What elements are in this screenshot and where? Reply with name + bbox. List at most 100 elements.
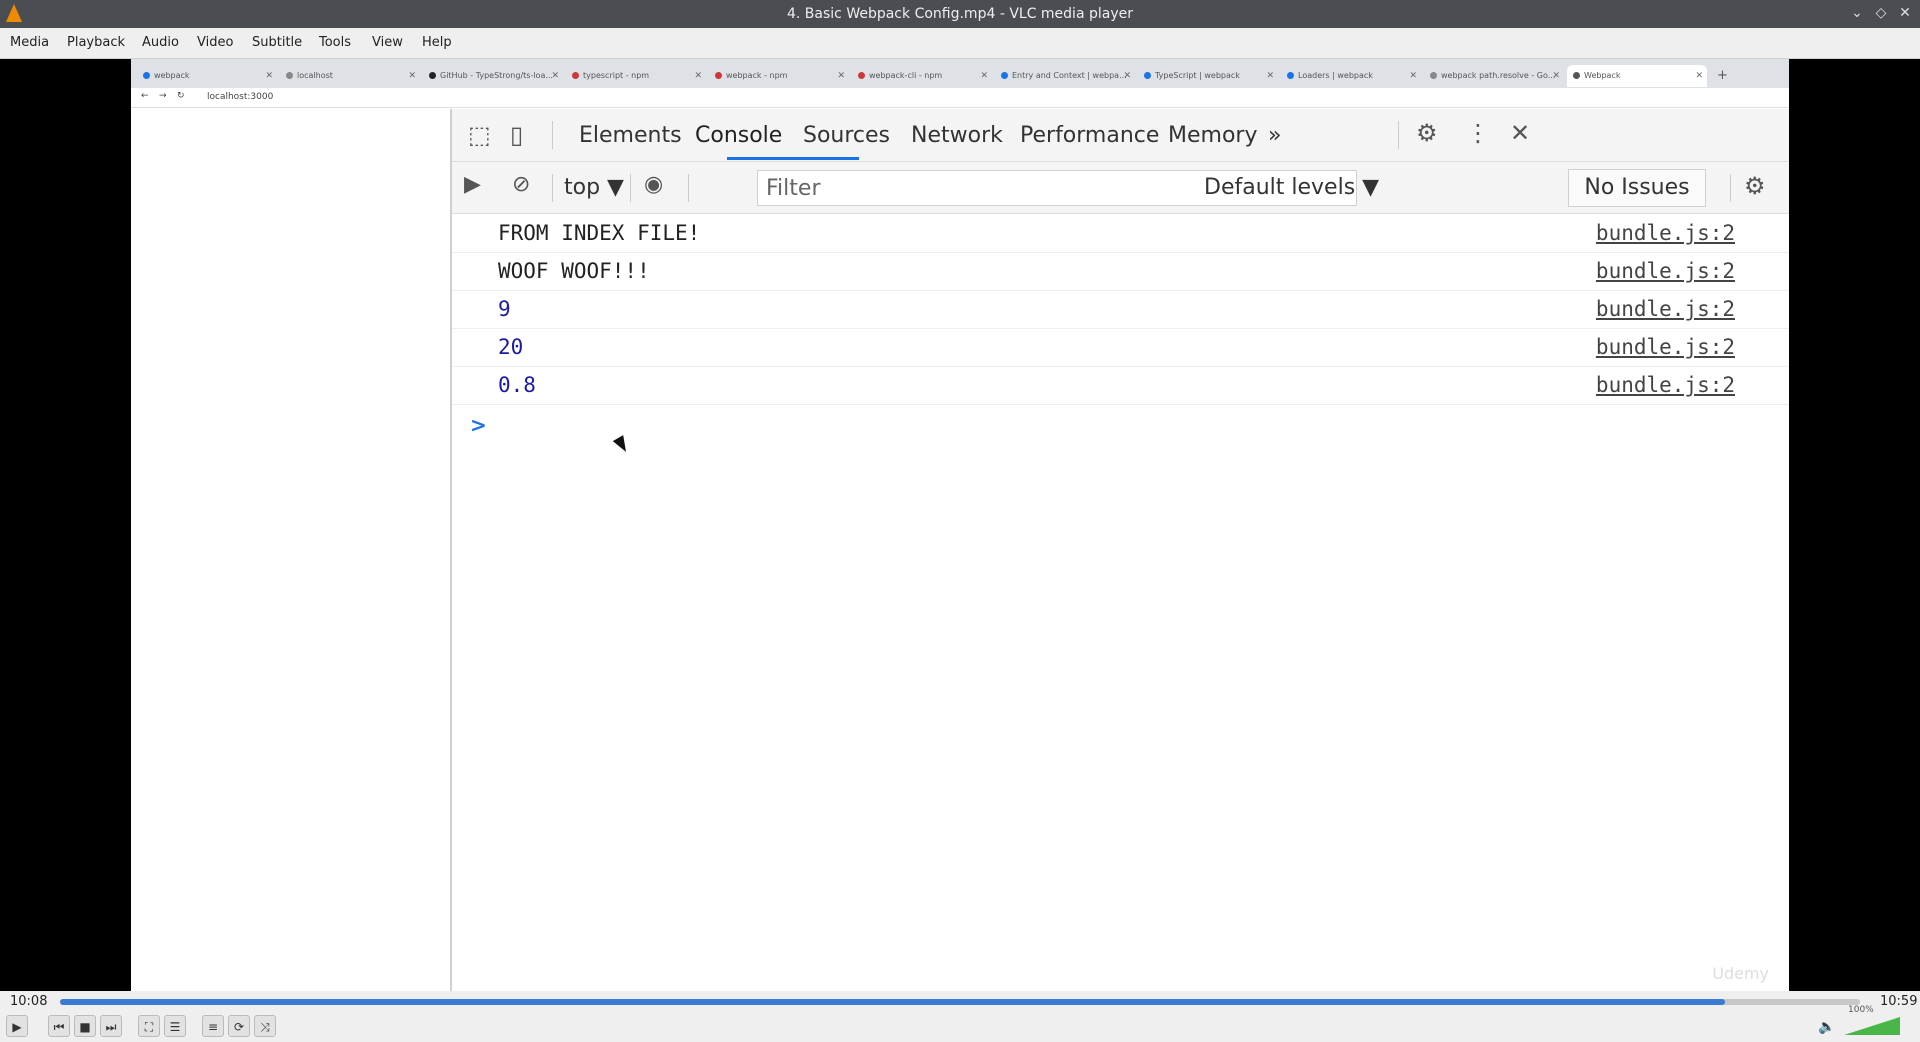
- settings-gear-icon[interactable]: ⚙: [1416, 119, 1438, 147]
- tab-close-icon[interactable]: ✕: [551, 65, 559, 87]
- console-row: 9 bundle.js:2: [452, 291, 1789, 329]
- tab-close-icon[interactable]: ✕: [694, 65, 702, 87]
- tab-close-icon[interactable]: ✕: [1695, 65, 1703, 87]
- divider: [552, 121, 553, 149]
- tab-close-icon[interactable]: ✕: [837, 65, 845, 87]
- source-link[interactable]: bundle.js:2: [1596, 373, 1735, 397]
- speaker-icon[interactable]: 🔈: [1818, 1019, 1835, 1035]
- browser-tab[interactable]: TypeScript | webpack ✕: [1138, 65, 1278, 87]
- tab-close-icon[interactable]: ✕: [980, 65, 988, 87]
- favicon-icon: [858, 72, 865, 79]
- tab-label: GitHub - TypeStrong/ts-loa...: [440, 71, 553, 80]
- extended-settings-icon[interactable]: ☰: [164, 1015, 186, 1037]
- reload-icon[interactable]: ↻: [177, 91, 185, 101]
- browser-tab[interactable]: Loaders | webpack ✕: [1281, 65, 1421, 87]
- console-message: 0.8: [498, 373, 536, 397]
- play-button[interactable]: ▶: [6, 1015, 28, 1037]
- console-prompt-icon[interactable]: >: [470, 413, 487, 437]
- source-link[interactable]: bundle.js:2: [1596, 335, 1735, 359]
- browser-tab[interactable]: webpack - npm ✕: [709, 65, 849, 87]
- tab-close-icon[interactable]: ✕: [1552, 65, 1560, 87]
- tab-sources[interactable]: Sources: [803, 123, 890, 148]
- browser-tab[interactable]: typescript - npm ✕: [566, 65, 706, 87]
- kebab-menu-icon[interactable]: ⋮: [1466, 119, 1490, 147]
- source-link[interactable]: bundle.js:2: [1596, 297, 1735, 321]
- favicon-icon: [1573, 72, 1580, 79]
- source-link[interactable]: bundle.js:2: [1596, 221, 1735, 245]
- menu-tools[interactable]: Tools: [319, 35, 351, 50]
- shuffle-icon[interactable]: ⤨: [254, 1015, 276, 1037]
- seek-bar[interactable]: [60, 999, 1860, 1005]
- tab-close-icon[interactable]: ✕: [1409, 65, 1417, 87]
- browser-tab[interactable]: GitHub - TypeStrong/ts-loa... ✕: [423, 65, 563, 87]
- divider: [1730, 174, 1731, 202]
- source-link[interactable]: bundle.js:2: [1596, 259, 1735, 283]
- volume-level: [1844, 1017, 1900, 1035]
- next-icon[interactable]: ⏭: [100, 1015, 122, 1037]
- menu-video[interactable]: Video: [197, 35, 233, 50]
- divider: [630, 174, 631, 202]
- browser-tab[interactable]: Entry and Context | webpa... ✕: [995, 65, 1135, 87]
- menu-view[interactable]: View: [372, 35, 403, 50]
- browser-tab[interactable]: localhost ✕: [280, 65, 420, 87]
- fullscreen-icon[interactable]: ⛶: [138, 1015, 160, 1037]
- menu-help[interactable]: Help: [422, 35, 452, 50]
- tab-label: TypeScript | webpack: [1155, 71, 1240, 80]
- tab-console[interactable]: Console: [695, 123, 782, 148]
- eye-icon[interactable]: ◉: [644, 172, 663, 197]
- tab-memory[interactable]: Memory: [1168, 123, 1257, 148]
- new-tab-icon[interactable]: +: [1717, 65, 1731, 87]
- console-message: 9: [498, 297, 511, 321]
- console-row: 0.8 bundle.js:2: [452, 367, 1789, 405]
- console-toolbar: ▶ ⊘ top ▼ ◉ Filter Default levels ▼ No I…: [452, 162, 1789, 214]
- url-field[interactable]: localhost:3000: [207, 92, 273, 102]
- menu-media[interactable]: Media: [10, 35, 49, 50]
- browser-tab[interactable]: webpack path.resolve - Go... ✕: [1424, 65, 1564, 87]
- browser-tab-active[interactable]: Webpack ✕: [1567, 65, 1707, 87]
- close-icon[interactable]: ✕: [1896, 4, 1914, 22]
- context-selector[interactable]: top ▼: [564, 175, 624, 200]
- clear-console-icon[interactable]: ⊘: [512, 172, 530, 197]
- stop-icon[interactable]: ■: [74, 1015, 96, 1037]
- previous-icon[interactable]: ⏮: [48, 1015, 70, 1037]
- sidebar-toggle-icon[interactable]: ▶: [464, 172, 481, 197]
- tab-elements[interactable]: Elements: [579, 123, 682, 148]
- menu-playback[interactable]: Playback: [67, 35, 125, 50]
- window-title: 4. Basic Webpack Config.mp4 - VLC media …: [787, 6, 1133, 22]
- menu-subtitle[interactable]: Subtitle: [252, 35, 302, 50]
- forward-icon[interactable]: →: [159, 91, 167, 101]
- menu-audio[interactable]: Audio: [142, 35, 179, 50]
- devtools-tabbar: ⬚ ▯ Elements Console Sources Network Per…: [452, 109, 1789, 162]
- device-toggle-icon[interactable]: ▯: [510, 121, 523, 149]
- divider: [1398, 121, 1399, 149]
- elapsed-time: 10:08: [10, 994, 48, 1009]
- back-icon[interactable]: ←: [141, 91, 149, 101]
- divider: [688, 174, 689, 202]
- tab-close-icon[interactable]: ✕: [1266, 65, 1274, 87]
- player-controls: 10:08 10:59 ▶ ⏮ ■ ⏭ ⛶ ☰ ≡ ⟳ ⤨ 🔈 100%: [0, 991, 1920, 1042]
- tab-close-icon[interactable]: ✕: [1123, 65, 1131, 87]
- log-levels-dropdown[interactable]: Default levels ▼: [1204, 175, 1379, 200]
- volume-slider[interactable]: 100%: [1844, 1005, 1900, 1035]
- tab-performance[interactable]: Performance: [1020, 123, 1159, 148]
- browser-tabstrip: webpack ✕ localhost ✕ GitHub - TypeStrong/…: [131, 59, 1789, 88]
- loop-icon[interactable]: ⟳: [228, 1015, 250, 1037]
- browser-tab[interactable]: webpack ✕: [137, 65, 277, 87]
- console-output: FROM INDEX FILE! bundle.js:2 WOOF WOOF!!…: [452, 215, 1789, 437]
- tab-label: webpack: [154, 71, 190, 80]
- tab-network[interactable]: Network: [911, 123, 1003, 148]
- console-message: 20: [498, 335, 524, 359]
- maximize-icon[interactable]: ◇: [1872, 4, 1890, 22]
- minimize-icon[interactable]: ⌄: [1848, 4, 1866, 22]
- console-message: FROM INDEX FILE!: [498, 221, 701, 245]
- inspect-element-icon[interactable]: ⬚: [468, 121, 491, 149]
- close-devtools-icon[interactable]: ✕: [1510, 119, 1530, 147]
- playlist-icon[interactable]: ≡: [202, 1015, 224, 1037]
- tab-close-icon[interactable]: ✕: [265, 65, 273, 87]
- browser-tab[interactable]: webpack-cli - npm ✕: [852, 65, 992, 87]
- video-area[interactable]: webpack ✕ localhost ✕ GitHub - TypeStrong/…: [0, 59, 1920, 991]
- console-settings-icon[interactable]: ⚙: [1744, 172, 1766, 200]
- tab-close-icon[interactable]: ✕: [408, 65, 416, 87]
- issues-button[interactable]: No Issues: [1568, 169, 1706, 207]
- more-tabs-icon[interactable]: »: [1268, 123, 1281, 148]
